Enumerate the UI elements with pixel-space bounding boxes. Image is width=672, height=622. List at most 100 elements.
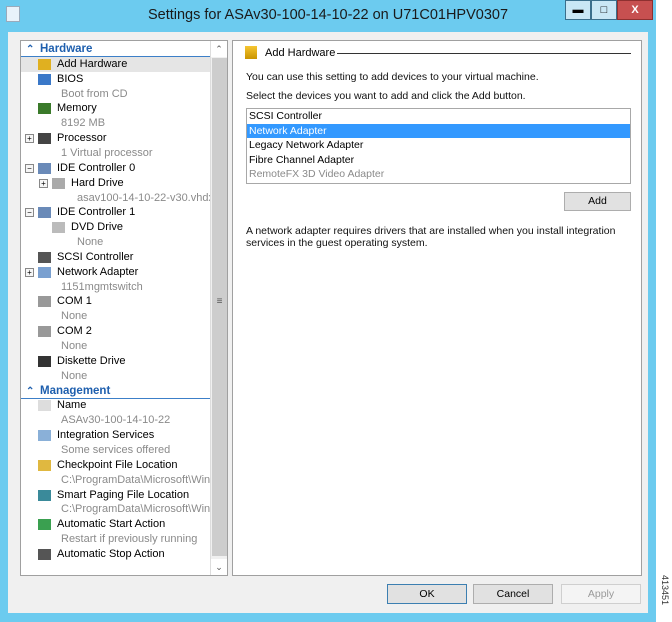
device-list[interactable]: SCSI Controller Network Adapter Legacy Net…	[246, 108, 631, 184]
tree-item[interactable]: Checkpoint File Location	[21, 458, 210, 473]
expand-toggle-icon[interactable]: −	[25, 163, 34, 173]
tree-item[interactable]: − IDE Controller 0	[21, 161, 210, 176]
tree-item[interactable]: Integration Services	[21, 428, 210, 443]
settings-tree: ⌃ Hardware Add Hardware BIOS Boot from CD Mem…	[20, 40, 228, 576]
tree-item[interactable]: + Processor	[21, 131, 210, 146]
tree-item[interactable]: DVD Drive	[21, 220, 210, 235]
detail-text: None	[61, 310, 88, 323]
expand-toggle-icon[interactable]: +	[25, 134, 34, 144]
tree-item[interactable]: SCSI Controller	[21, 250, 210, 265]
detail-text: None	[77, 236, 104, 249]
tree-item[interactable]: Automatic Stop Action	[21, 547, 210, 562]
device-option[interactable]: Network Adapter	[247, 123, 630, 138]
tree-item[interactable]: Name	[21, 398, 210, 413]
intro-text: You can use this setting to add devices …	[246, 71, 539, 83]
panel-title: Add Hardware	[265, 47, 336, 59]
scsi-controller-icon	[38, 251, 51, 263]
tree-item-detail: Some services offered	[21, 443, 210, 458]
tree-item[interactable]: BIOS	[21, 72, 210, 87]
ide-controller-icon	[38, 162, 51, 174]
tree-section-header[interactable]: ⌃ Management	[21, 384, 210, 399]
tree-item[interactable]: COM 1	[21, 294, 210, 309]
tree-item[interactable]: Diskette Drive	[21, 354, 210, 369]
tree-section-header[interactable]: ⌃ Hardware	[21, 42, 210, 57]
dialog-body: ⌃ Hardware Add Hardware BIOS Boot from CD Mem…	[8, 32, 648, 613]
auto-start-icon	[38, 519, 51, 531]
add-button[interactable]: Add	[564, 192, 631, 211]
tree-item-detail: None	[21, 369, 210, 384]
smart-paging-icon	[38, 489, 51, 501]
add-hardware-icon	[245, 46, 257, 59]
item-label: Network Adapter	[57, 265, 139, 278]
close-button[interactable]: X	[617, 0, 653, 20]
chevron-up-icon[interactable]: ⌃	[26, 384, 34, 399]
tree-item-detail: C:\ProgramData\Microsoft\Win...	[21, 502, 219, 517]
item-label: COM 2	[57, 325, 92, 338]
tree-item-detail: asav100-14-10-22-v30.vhdx	[21, 191, 214, 206]
item-label: Memory	[57, 102, 97, 115]
tree-item[interactable]: + Hard Drive	[21, 176, 210, 191]
item-label: COM 1	[57, 295, 92, 308]
dvd-drive-icon	[52, 222, 65, 234]
scroll-up-button[interactable]: ⌃	[211, 41, 227, 57]
chevron-up-icon[interactable]: ⌃	[26, 42, 34, 57]
item-label: Smart Paging File Location	[57, 488, 190, 501]
maximize-button[interactable]: □	[591, 0, 617, 20]
ide-controller-icon	[38, 207, 51, 219]
tree-item-detail: C:\ProgramData\Microsoft\Win...	[21, 473, 219, 488]
device-option[interactable]: SCSI Controller	[247, 109, 630, 124]
tree-item-detail: None	[21, 309, 210, 324]
expand-toggle-icon[interactable]: −	[25, 208, 34, 218]
minimize-button[interactable]: ▬	[565, 0, 591, 20]
title-divider	[337, 53, 631, 54]
item-label: SCSI Controller	[57, 250, 134, 263]
tree-item[interactable]: COM 2	[21, 324, 210, 339]
tree-item-detail: Restart if previously running	[21, 532, 210, 547]
device-option[interactable]: Legacy Network Adapter	[247, 138, 630, 153]
expand-toggle-icon[interactable]: +	[25, 267, 34, 277]
scroll-down-button[interactable]: ⌄	[211, 559, 227, 575]
note-line-2: services in the guest operating system.	[246, 237, 428, 249]
com-port-icon	[38, 296, 51, 308]
tree-item[interactable]: Smart Paging File Location	[21, 488, 210, 503]
detail-text: 8192 MB	[61, 117, 106, 130]
com-port-icon	[38, 326, 51, 338]
title-bar[interactable]: Settings for ASAv30-100-14-10-22 on U71C…	[0, 0, 656, 32]
integration-services-icon	[38, 430, 51, 442]
detail-text: C:\ProgramData\Microsoft\Win...	[61, 473, 220, 486]
tree-item[interactable]: Automatic Start Action	[21, 517, 210, 532]
section-label: Hardware	[40, 43, 93, 55]
tree-item[interactable]: Memory	[21, 101, 210, 116]
add-hardware-panel: Add Hardware You can use this setting to…	[232, 40, 642, 576]
detail-text: None	[61, 340, 88, 352]
note-line-1: A network adapter requires drivers that …	[246, 225, 616, 237]
device-option: RemoteFX 3D Video Adapter	[249, 168, 385, 180]
tree-scrollbar[interactable]: ⌃ ≡ ⌄	[210, 41, 227, 575]
device-option[interactable]: Fibre Channel Adapter	[247, 153, 630, 168]
detail-text: ASAv30-100-14-10-22	[61, 414, 171, 427]
cancel-button[interactable]: Cancel	[473, 584, 553, 604]
auto-stop-icon	[38, 548, 51, 560]
item-label: Diskette Drive	[57, 354, 126, 367]
ok-button[interactable]: OK	[387, 584, 467, 604]
detail-text: Boot from CD	[61, 87, 128, 100]
detail-text: C:\ProgramData\Microsoft\Win...	[61, 503, 220, 516]
processor-icon	[38, 133, 51, 145]
network-adapter-icon	[38, 266, 51, 278]
detail-text: 1151mgmtswitch	[61, 280, 143, 293]
scroll-thumb[interactable]: ≡	[212, 58, 227, 556]
item-label: BIOS	[57, 72, 84, 85]
tree-item[interactable]: Add Hardware	[21, 56, 210, 72]
tree-item[interactable]: + Network Adapter	[21, 265, 210, 280]
item-label: DVD Drive	[71, 221, 123, 234]
hard-drive-icon	[52, 177, 65, 189]
expand-toggle-icon[interactable]: +	[39, 178, 48, 188]
figure-id: 413451	[660, 575, 670, 606]
apply-button[interactable]: Apply	[561, 584, 641, 604]
item-label: Add Hardware	[57, 57, 128, 70]
checkpoint-folder-icon	[38, 459, 51, 471]
memory-icon	[38, 103, 51, 115]
grip-icon: ≡	[216, 296, 223, 307]
tree-item[interactable]: − IDE Controller 1	[21, 205, 210, 220]
bios-icon	[38, 73, 51, 85]
